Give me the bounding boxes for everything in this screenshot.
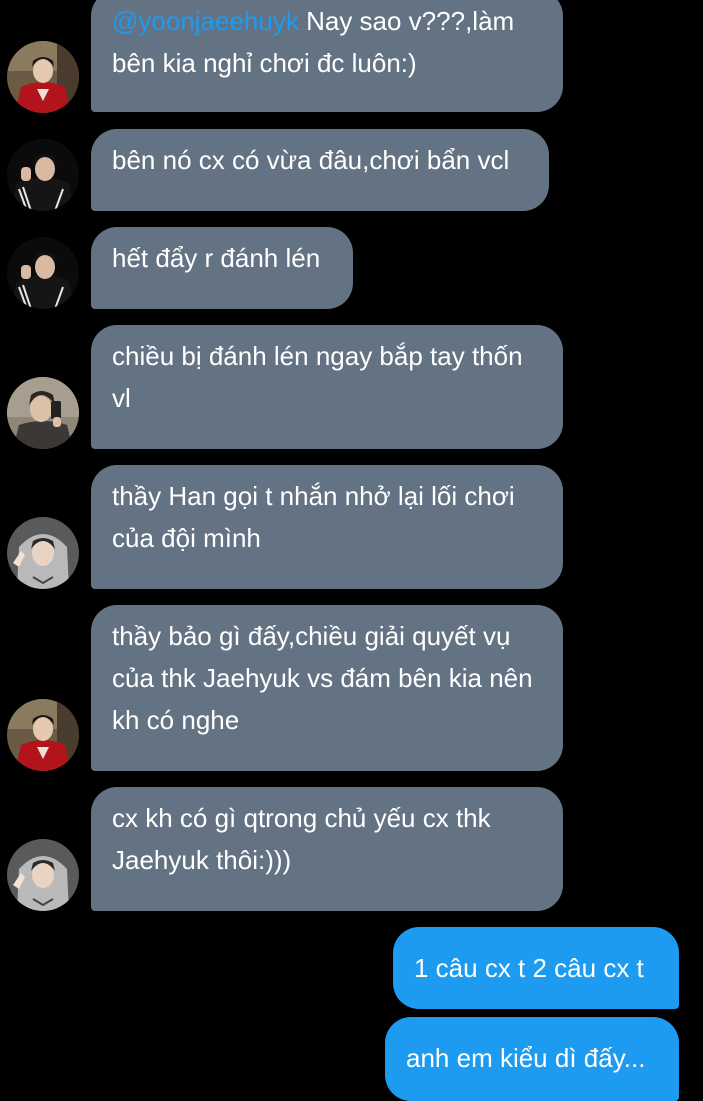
message-text: anh em kiểu dì đấy...	[406, 1043, 646, 1073]
message-bubble-incoming[interactable]: thầy Han gọi t nhắn nhở lại lối chơi của…	[91, 465, 563, 589]
avatar-grey-hood-icon[interactable]	[7, 839, 79, 911]
message-text: cx kh có gì qtrong chủ yếu cx thk Jaehyu…	[112, 803, 491, 875]
message-text: chiều bị đánh lén ngay bắp tay thốn vl	[112, 341, 523, 413]
message-bubble-incoming[interactable]: bên nó cx có vừa đâu,chơi bẩn vcl	[91, 129, 549, 211]
avatar-black-hoodie-icon[interactable]	[7, 237, 79, 309]
message-text: hết đẩy r đánh lén	[112, 243, 321, 273]
message-text: thầy bảo gì đấy,chiều giải quyết vụ của …	[112, 621, 533, 735]
message-bubble-incoming[interactable]: thầy bảo gì đấy,chiều giải quyết vụ của …	[91, 605, 563, 771]
user-mention-link[interactable]: @yoonjaeehuyk	[112, 6, 299, 36]
avatar-grey-hood-icon[interactable]	[7, 517, 79, 589]
avatar-black-hoodie-icon[interactable]	[7, 139, 79, 211]
message-bubble-incoming[interactable]: cx kh có gì qtrong chủ yếu cx thk Jaehyu…	[91, 787, 563, 911]
avatar-red-jacket-icon[interactable]	[7, 41, 79, 113]
message-text: thầy Han gọi t nhắn nhở lại lối chơi của…	[112, 481, 515, 553]
message-bubble-outgoing[interactable]: anh em kiểu dì đấy...	[385, 1017, 679, 1101]
message-bubble-incoming[interactable]: hết đẩy r đánh lén	[91, 227, 353, 309]
message-bubble-incoming[interactable]: @yoonjaeehuyk Nay sao v???,làm bên kia n…	[91, 0, 563, 112]
avatar-red-jacket-icon[interactable]	[7, 699, 79, 771]
message-text: 1 câu cx t 2 câu cx t	[414, 953, 644, 983]
message-bubble-outgoing[interactable]: 1 câu cx t 2 câu cx t	[393, 927, 679, 1009]
avatar-mirror-selfie-icon[interactable]	[7, 377, 79, 449]
message-bubble-incoming[interactable]: chiều bị đánh lén ngay bắp tay thốn vl	[91, 325, 563, 449]
message-text: bên nó cx có vừa đâu,chơi bẩn vcl	[112, 145, 510, 175]
